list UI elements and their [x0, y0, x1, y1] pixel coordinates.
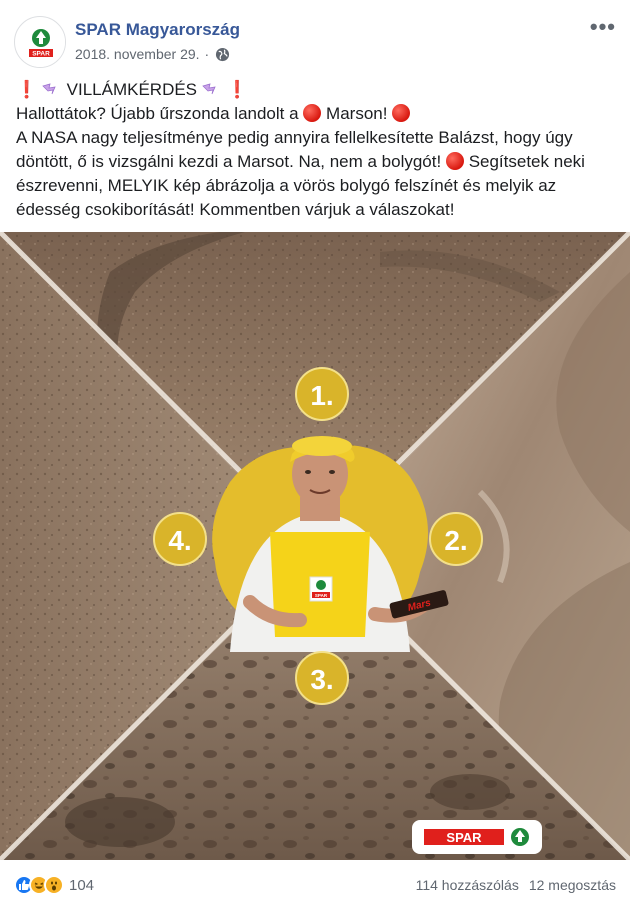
post-meta: 2018. november 29. · [75, 46, 230, 62]
red-circle-icon [392, 104, 411, 122]
post-line-4-text: döntött, ő is vizsgálni kezdi a Marsot. … [16, 152, 442, 171]
wow-reaction-icon [44, 875, 64, 895]
post-title: VILLÁMKÉRDÉS [66, 80, 198, 99]
avatar-logo-text: SPAR [32, 51, 50, 58]
red-circle-icon [303, 104, 322, 122]
page-name-link[interactable]: SPAR Magyarország [75, 20, 240, 40]
post-text: ❗ VILLÁMKÉRDÉS ❗ Hallottátok? Újabb űrsz… [16, 78, 624, 222]
post-line-4-tail: Segítsetek neki [468, 152, 585, 171]
post-header: SPAR SPAR Magyarország 2018. november 29… [0, 0, 630, 74]
post-line-5: észrevenni, MELYIK kép ábrázolja a vörös… [16, 176, 557, 195]
post-line-2-text: Hallottátok? Újabb űrszonda landolt a [16, 104, 299, 123]
spar-logo-text: SPAR [446, 830, 482, 845]
reactions-summary[interactable]: 104 [14, 875, 94, 895]
post-line-4: döntött, ő is vizsgálni kezdi a Marsot. … [16, 150, 624, 174]
badge-4: 4. [153, 512, 207, 566]
badge-2: 2. [429, 512, 483, 566]
badge-1-label: 1. [310, 380, 333, 411]
apron-logo-text: SPAR [315, 593, 328, 598]
post-line-3: A NASA nagy teljesítménye pedig annyira … [16, 128, 573, 147]
comments-count-link[interactable]: 114 hozzászólás [416, 877, 519, 893]
post-line-1: ❗ VILLÁMKÉRDÉS ❗ [16, 78, 624, 102]
badge-3-label: 3. [310, 664, 333, 695]
post-line-2: Hallottátok? Újabb űrszonda landolt a Ma… [16, 102, 624, 126]
post-footer: 104 114 hozzászólás 12 megosztás [0, 862, 630, 907]
lightning-icon [202, 83, 216, 95]
post-line-6: édesség csokiborítását! Kommentben várju… [16, 200, 455, 219]
badge-1: 1. [295, 367, 349, 421]
lightning-icon [42, 83, 56, 95]
more-options-button[interactable]: ••• [590, 14, 616, 40]
post-photo[interactable]: SPAR Mars 1. 2. 3. 4. SPAR [0, 232, 630, 860]
spar-logo-icon: SPAR [16, 18, 65, 67]
badge-3: 3. [295, 651, 349, 705]
post-line-2-tail: Marson! [326, 104, 388, 123]
page-avatar[interactable]: SPAR [14, 16, 66, 68]
post-date[interactable]: 2018. november 29. [75, 46, 200, 62]
engagement-stats: 114 hozzászólás 12 megosztás [416, 877, 616, 893]
exclamation-icon: ❗ [16, 80, 38, 99]
spar-brand-logo: SPAR [412, 820, 542, 854]
red-circle-icon [445, 152, 464, 170]
globe-icon[interactable] [215, 47, 230, 62]
badge-4-label: 4. [168, 525, 191, 556]
reaction-count[interactable]: 104 [69, 877, 94, 894]
shares-count-link[interactable]: 12 megosztás [529, 877, 616, 893]
exclamation-icon: ❗ [226, 80, 248, 99]
quiz-image: SPAR Mars 1. 2. 3. 4. SPAR [0, 232, 630, 860]
meta-separator: · [204, 46, 210, 62]
badge-2-label: 2. [444, 525, 467, 556]
